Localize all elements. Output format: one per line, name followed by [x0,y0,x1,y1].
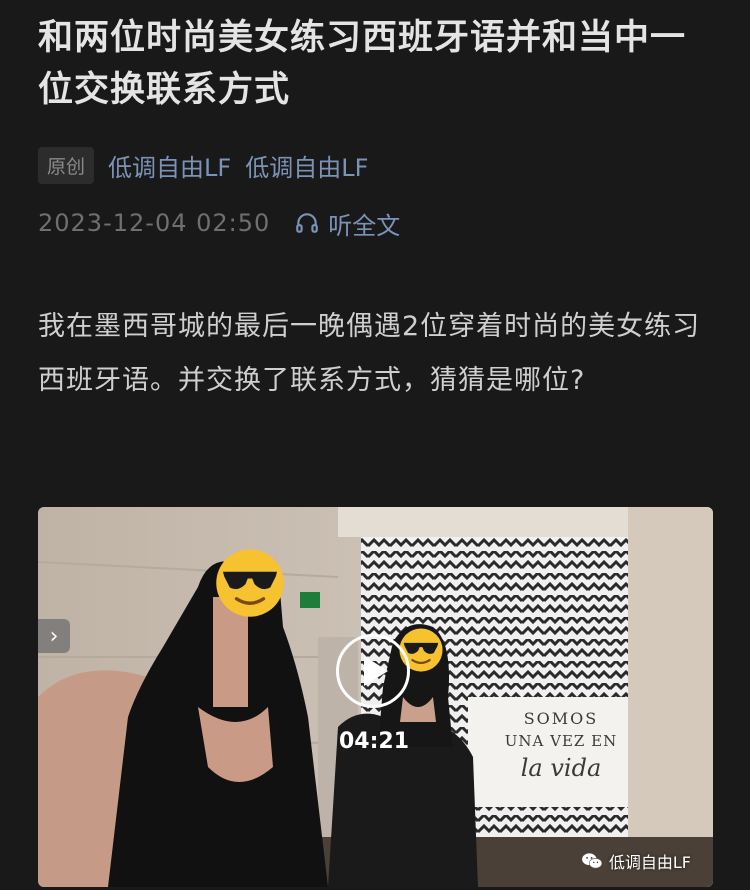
listen-button[interactable]: 听全文 [294,206,400,241]
original-tag: 原创 [38,146,95,184]
account-link[interactable]: 低调自由LF [245,148,368,183]
author-link[interactable]: 低调自由LF [108,148,231,183]
sign-line-3: la vida [520,754,602,782]
listen-label: 听全文 [328,211,401,240]
article-body: 我在墨西哥城的最后一晚偶遇2位穿着时尚的美女练习西班牙语。并交换了联系方式，猜猜… [38,311,701,396]
wechat-icon [581,853,603,869]
sunglasses-emoji [216,549,284,617]
play-icon [364,656,388,686]
chevron-right-icon[interactable]: › [38,619,70,653]
headphones-icon [296,213,319,233]
video-duration: 04:21 [338,729,410,754]
video-player[interactable]: SOMOS UNA VEZ EN la vida › 04:21 低调自由LF [38,507,713,887]
sign-line-1: SOMOS [523,709,599,728]
watermark-text: 低调自由LF [608,853,691,872]
sign-line-2: UNA VEZ EN [504,732,618,750]
author-row: 原创 低调自由LF 低调自由LF [38,146,368,184]
publish-date: 2023-12-04 02:50 [38,209,271,237]
date-row: 2023-12-04 02:50 听全文 [38,203,400,243]
video-watermark: 低调自由LF [581,849,691,873]
article-title: 和两位时尚美女练习西班牙语并和当中一位交换联系方式 [38,18,687,110]
wall-sign: SOMOS UNA VEZ EN la vida [486,709,636,782]
play-button[interactable] [336,634,410,708]
